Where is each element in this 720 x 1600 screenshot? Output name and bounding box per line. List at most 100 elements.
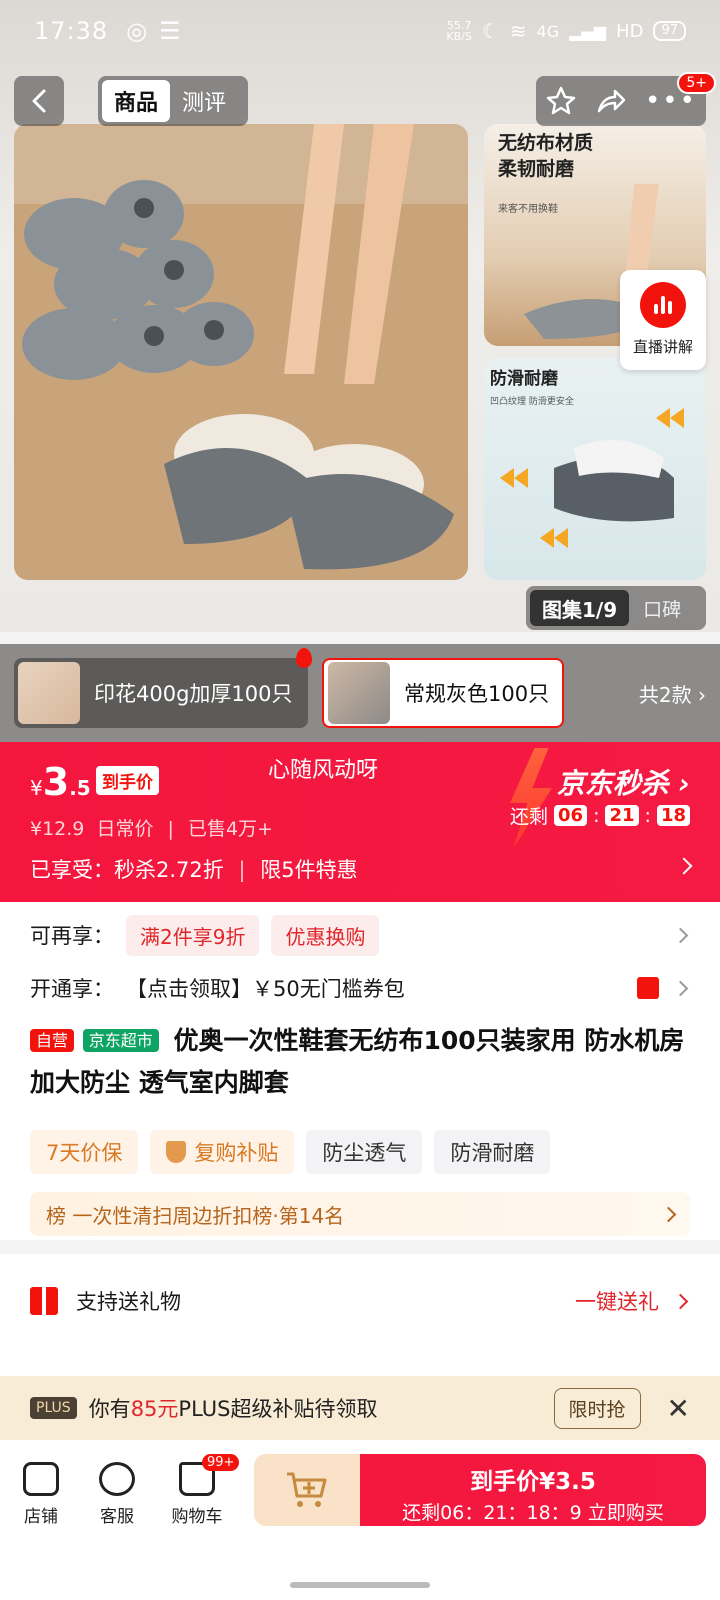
cart-button[interactable]: 99+ 购物车 <box>162 1454 240 1527</box>
live-icon <box>640 282 686 328</box>
price-decimal: .5 <box>69 776 91 800</box>
feature-tag-4[interactable]: 防滑耐磨 <box>434 1130 551 1174</box>
album-tab[interactable]: 图集1/9 <box>530 590 630 626</box>
open-row[interactable]: 开通享： 【点击领取】￥50无门槛券包 <box>30 968 689 1008</box>
separator: | <box>167 818 174 840</box>
review-tab[interactable]: 口碑 <box>629 595 695 622</box>
product-page: 无纺布材质 柔韧耐磨 来客不用换鞋 防滑耐磨 凹凸纹理 防滑更安全 直播讲解 图… <box>0 0 720 1600</box>
separator-2: | <box>238 858 246 882</box>
price-section: ¥ 3 .5 到手价 心随风动呀 ¥12.9 日常价 | 已售4万+ 已享受：秒… <box>0 742 720 902</box>
price-integer: 3 <box>42 760 70 804</box>
countdown-seconds: 18 <box>656 805 690 826</box>
live-explain-button[interactable]: 直播讲解 <box>620 270 706 370</box>
network-speed: 55.7 KB/S <box>446 19 472 43</box>
seckill-label[interactable]: 京东秒杀 › <box>557 762 690 802</box>
chevron-right-icon <box>672 1293 689 1309</box>
signal-icon: ▂▄▆ <box>569 21 607 41</box>
favorite-star-icon[interactable] <box>545 85 577 117</box>
price-meta: ¥12.9 日常价 | 已售4万+ <box>30 814 273 841</box>
cart-badge: 99+ <box>202 1454 240 1471</box>
chevron-right-icon <box>660 1206 677 1222</box>
rank-text: 榜 一次性清扫周边折扣榜·第14名 <box>46 1203 345 1228</box>
plus-banner[interactable]: PLUS 你有 85元 PLUS超级补贴待领取 限时抢 ✕ <box>0 1376 720 1440</box>
feature-tags: 7天价保 复购补贴 防尘透气 防滑耐磨 <box>30 1130 551 1174</box>
shield-check-icon <box>166 1141 187 1163</box>
variant-option-1[interactable]: 印花400g加厚100只 <box>14 648 312 728</box>
top-tabs: 商品 测评 <box>98 76 248 126</box>
top-actions: ••• 5+ <box>536 72 716 126</box>
main-product-image[interactable] <box>14 124 468 580</box>
seckill-text: 京东秒杀 <box>556 767 669 800</box>
hot-fire-icon <box>296 648 312 668</box>
album-switch[interactable]: 图集1/9 口碑 <box>526 586 706 630</box>
add-to-cart-button[interactable] <box>254 1454 360 1526</box>
promo-pill-1[interactable]: 满2件享9折 <box>126 914 260 956</box>
chevron-right-icon[interactable] <box>675 857 693 875</box>
app-notification-icon-2: ☰ <box>159 17 181 45</box>
product-title: 自营 京东超市 优奥一次性鞋套无纺布100只装家用 防水机房 加大防尘 透气室内… <box>30 1020 690 1104</box>
sold-count: 已售4万+ <box>187 818 273 840</box>
promo-pill-2[interactable]: 优惠换购 <box>271 914 380 956</box>
tab-review[interactable]: 测评 <box>170 85 238 117</box>
gift-label: 支持送礼物 <box>76 1290 181 1314</box>
limit-text: 限5件特惠 <box>260 858 358 882</box>
feature-tag-1[interactable]: 7天价保 <box>30 1130 139 1174</box>
product-info: 可再享： 满2件享9折 优惠换购 开通享： 【点击领取】￥50无门槛券包 自营 … <box>0 902 720 1240</box>
discount-line[interactable]: 已享受：秒杀2.72折 | 限5件特惠 <box>30 854 358 884</box>
variant-label-1: 印花400g加厚100只 <box>94 682 293 706</box>
plus-amount: 85元 <box>130 1397 179 1421</box>
one-click-gift-label: 一键送礼 <box>575 1290 659 1314</box>
promo-label: 可再享： <box>30 924 114 948</box>
final-price: ¥ 3 .5 <box>30 760 91 804</box>
battery-level: 97 <box>653 21 686 41</box>
promo-slogan: 心随风动呀 <box>268 758 379 783</box>
coupon-icon <box>637 977 659 999</box>
gift-icon <box>30 1287 58 1315</box>
promo-row[interactable]: 可再享： 满2件享9折 优惠换购 <box>30 912 689 958</box>
customer-service-icon <box>99 1462 135 1496</box>
chevron-right-icon <box>672 927 689 943</box>
original-price-label: 日常价 <box>96 818 154 840</box>
cart-label: 购物车 <box>171 1507 223 1527</box>
wifi-icon: ≋ <box>509 19 527 43</box>
status-bar: 17:38 ◎ ☰ 55.7 KB/S ☾ ≋ 4G ▂▄▆ HD 97 <box>0 0 720 62</box>
home-indicator[interactable] <box>290 1582 430 1588</box>
buy-now-button[interactable]: 到手价¥3.5 还剩06：21：18：9 立即购买 <box>360 1454 706 1526</box>
limited-grab-button[interactable]: 限时抢 <box>553 1387 641 1429</box>
self-operated-badge: 自营 <box>30 1029 75 1052</box>
buy-countdown: 还剩06：21：18：9 立即购买 <box>402 1502 664 1524</box>
remaining-label: 还剩 <box>509 806 548 828</box>
shop-icon <box>23 1462 59 1496</box>
one-click-gift-button[interactable]: 一键送礼 <box>575 1286 689 1316</box>
countdown-minutes: 21 <box>605 805 639 826</box>
discount-text: 已享受：秒杀2.72折 <box>30 858 224 882</box>
variant-option-2[interactable]: 常规灰色100只 <box>322 658 564 728</box>
close-icon[interactable]: ✕ <box>667 1392 690 1425</box>
service-button[interactable]: 客服 <box>82 1462 152 1527</box>
bottom-action-bar: 店铺 客服 99+ 购物车 到手价¥3.5 还剩06：21：18：9 立即购买 <box>0 1440 720 1600</box>
tab-product[interactable]: 商品 <box>102 80 171 122</box>
feature-tag-2[interactable]: 复购补贴 <box>150 1130 295 1174</box>
final-price-tag: 到手价 <box>96 766 159 795</box>
feature-tag-3[interactable]: 防尘透气 <box>306 1130 423 1174</box>
price-currency: ¥ <box>30 776 43 800</box>
variant-label-2: 常规灰色100只 <box>404 682 550 706</box>
variant-selector: 印花400g加厚100只 常规灰色100只 共2款 › <box>0 644 720 742</box>
variant-count[interactable]: 共2款 › <box>639 679 706 708</box>
back-button[interactable] <box>14 76 64 126</box>
service-label: 客服 <box>100 1507 134 1527</box>
lightning-icon <box>510 748 552 848</box>
shop-button[interactable]: 店铺 <box>6 1462 76 1527</box>
buy-price: 到手价¥3.5 <box>470 1469 596 1495</box>
live-explain-label: 直播讲解 <box>632 338 693 356</box>
back-arrow-icon <box>32 89 46 113</box>
gift-row[interactable]: 支持送礼物 一键送礼 <box>30 1286 689 1316</box>
variant-thumb-2 <box>328 662 390 724</box>
side-image-antislip[interactable]: 防滑耐磨 凹凸纹理 防滑更安全 <box>484 358 706 580</box>
feature-tag-2-label: 复购补贴 <box>194 1141 279 1165</box>
share-icon[interactable] <box>595 85 627 117</box>
shop-label: 店铺 <box>24 1507 58 1527</box>
status-time: 17:38 <box>34 17 109 45</box>
add-cart-icon <box>287 1472 327 1507</box>
rank-banner[interactable]: 榜 一次性清扫周边折扣榜·第14名 <box>30 1192 690 1236</box>
